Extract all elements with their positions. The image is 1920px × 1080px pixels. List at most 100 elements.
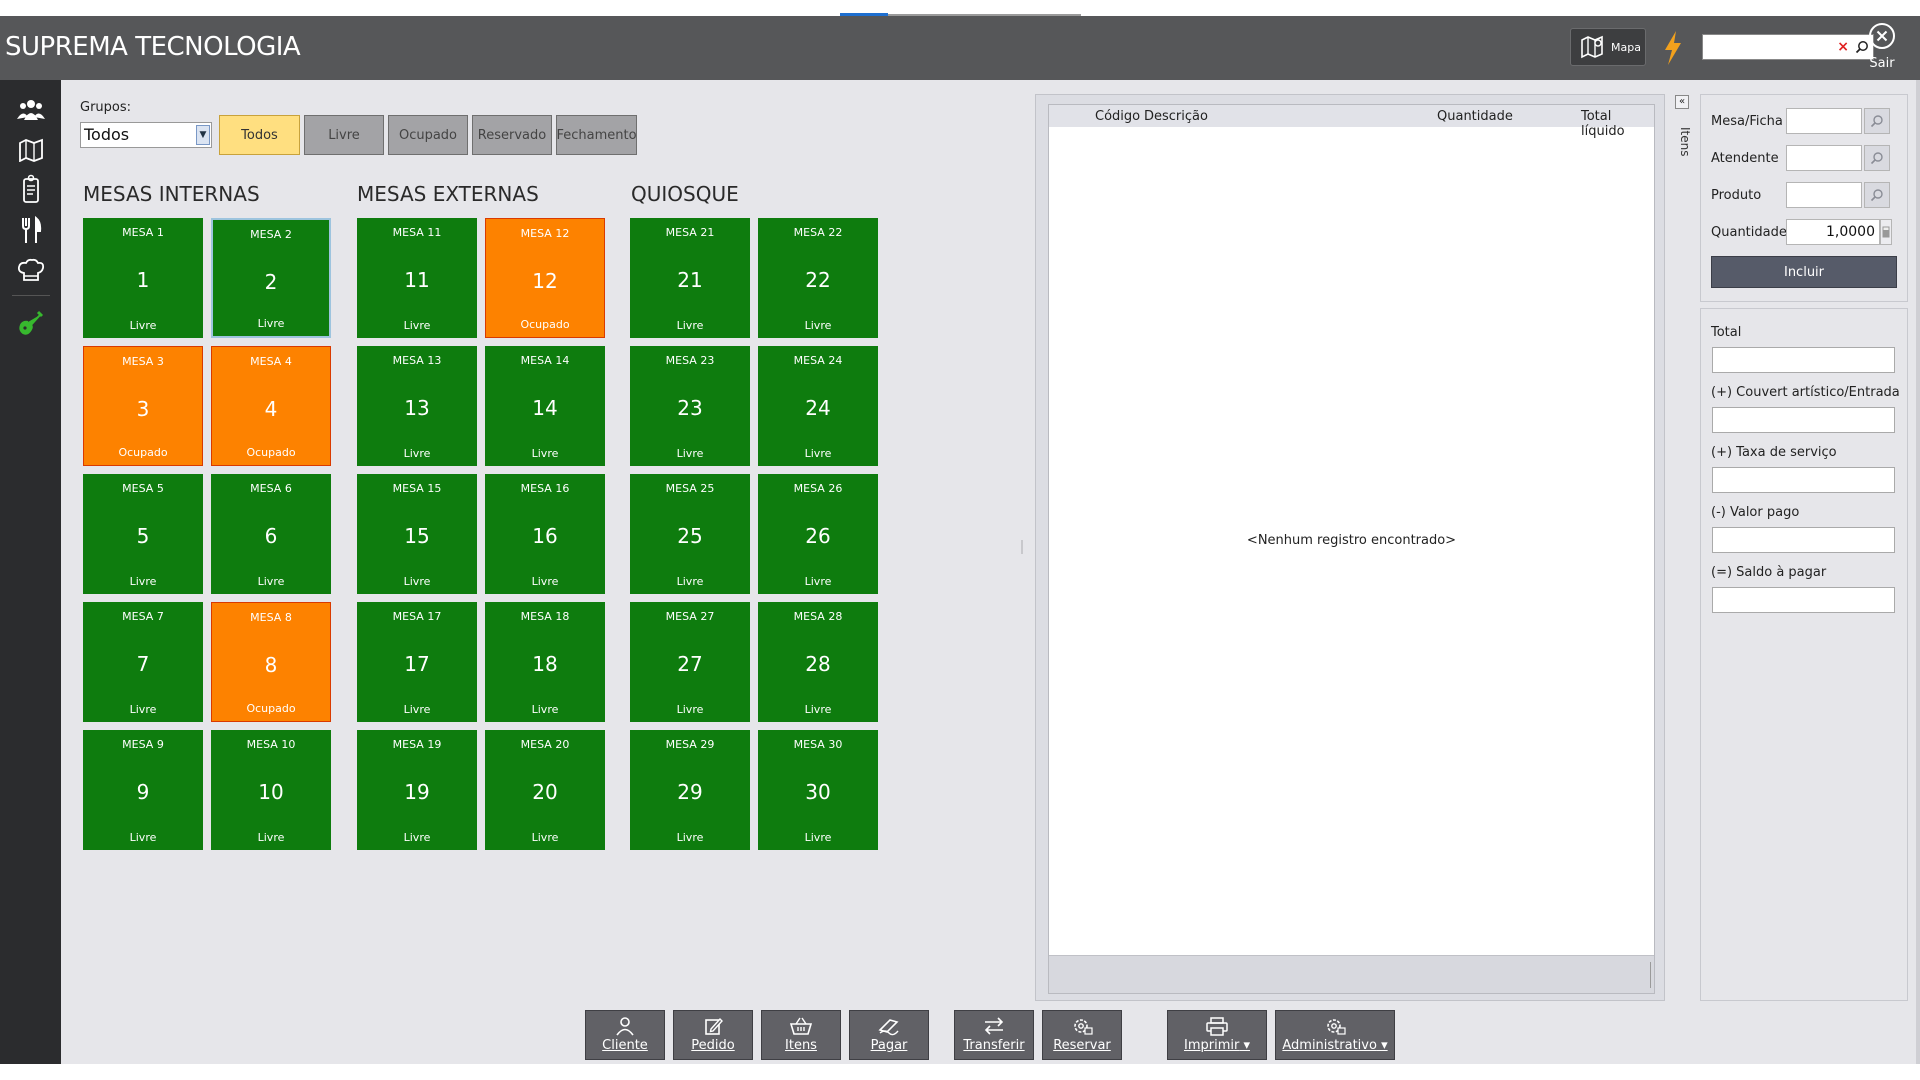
items-grid: Código Descrição Quantidade Total líquid… — [1048, 104, 1655, 994]
table-tile[interactable]: MESA 8 8 Ocupado — [211, 602, 331, 722]
table-tile[interactable]: MESA 10 10 Livre — [211, 730, 331, 850]
calculator-button[interactable] — [1880, 219, 1892, 245]
table-name: MESA 25 — [665, 482, 715, 495]
cliente-button[interactable]: Cliente — [585, 1010, 665, 1060]
table-tile[interactable]: MESA 28 28 Livre — [758, 602, 878, 722]
table-tile[interactable]: MESA 13 13 Livre — [357, 346, 477, 466]
table-tile[interactable]: MESA 29 29 Livre — [630, 730, 750, 850]
saldo-pagar-field[interactable] — [1712, 587, 1895, 613]
table-name: MESA 1 — [122, 226, 164, 239]
produto-search-button[interactable] — [1864, 182, 1890, 208]
reservar-button[interactable]: Reservar — [1042, 1010, 1122, 1060]
table-status: Livre — [531, 703, 559, 716]
atendente-search-button[interactable] — [1864, 145, 1890, 171]
search-input[interactable] — [1706, 37, 1826, 57]
table-tile[interactable]: MESA 2 2 Livre — [211, 218, 331, 338]
table-status: Livre — [676, 831, 704, 844]
table-tile[interactable]: MESA 14 14 Livre — [485, 346, 605, 466]
table-tile[interactable]: MESA 3 3 Ocupado — [83, 346, 203, 466]
clear-icon[interactable]: × — [1837, 39, 1849, 55]
exit-button[interactable]: Sair — [1860, 22, 1904, 76]
table-tile[interactable]: MESA 25 25 Livre — [630, 474, 750, 594]
table-tile[interactable]: MESA 7 7 Livre — [83, 602, 203, 722]
valor-pago-field[interactable] — [1712, 527, 1895, 553]
sidebar-item-map[interactable] — [15, 134, 47, 166]
table-tile[interactable]: MESA 12 12 Ocupado — [485, 218, 605, 338]
table-tile[interactable]: MESA 20 20 Livre — [485, 730, 605, 850]
table-name: MESA 8 — [250, 611, 292, 624]
search-icon — [1870, 189, 1883, 202]
column-header-quantidade[interactable]: Quantidade — [1437, 109, 1513, 124]
search-box[interactable]: × — [1702, 34, 1874, 60]
saldo-pagar-label: (=) Saldo à pagar — [1711, 565, 1827, 580]
map-button[interactable]: Mapa — [1570, 28, 1646, 66]
filter-button-livre[interactable]: Livre — [304, 115, 384, 155]
sidebar-item-orders[interactable] — [15, 173, 47, 205]
table-number: 7 — [136, 652, 150, 676]
sidebar-item-entertainment[interactable] — [15, 306, 47, 338]
couvert-field[interactable] — [1712, 407, 1895, 433]
transferir-button[interactable]: Transferir — [954, 1010, 1034, 1060]
table-number: 19 — [404, 780, 430, 804]
filter-button-reservado[interactable]: Reservado — [472, 115, 552, 155]
table-tile[interactable]: MESA 11 11 Livre — [357, 218, 477, 338]
sidebar-item-kitchen[interactable] — [15, 254, 47, 286]
table-name: MESA 24 — [793, 354, 843, 367]
produto-input[interactable] — [1786, 182, 1862, 208]
side-tab-itens[interactable]: Itens — [1672, 127, 1692, 156]
column-header-codigo[interactable]: Código — [1095, 109, 1140, 124]
table-status: Livre — [676, 447, 704, 460]
itens-button[interactable]: Itens — [761, 1010, 841, 1060]
table-number: 1 — [136, 268, 150, 292]
table-tile[interactable]: MESA 18 18 Livre — [485, 602, 605, 722]
pagar-button[interactable]: Pagar — [849, 1010, 929, 1060]
mesa-ficha-input[interactable] — [1786, 108, 1862, 134]
window-edge — [1916, 80, 1920, 1064]
table-status: Livre — [403, 575, 431, 588]
filter-button-todos[interactable]: Todos — [219, 115, 300, 155]
column-header-descricao[interactable]: Descrição — [1144, 109, 1208, 124]
table-tile[interactable]: MESA 16 16 Livre — [485, 474, 605, 594]
pedido-button[interactable]: Pedido — [673, 1010, 753, 1060]
table-tile[interactable]: MESA 24 24 Livre — [758, 346, 878, 466]
table-number: 27 — [677, 652, 703, 676]
user-icon — [616, 1017, 634, 1036]
table-name: MESA 7 — [122, 610, 164, 623]
table-tile[interactable]: MESA 27 27 Livre — [630, 602, 750, 722]
table-tile[interactable]: MESA 5 5 Livre — [83, 474, 203, 594]
table-tile[interactable]: MESA 19 19 Livre — [357, 730, 477, 850]
table-tile[interactable]: MESA 22 22 Livre — [758, 218, 878, 338]
table-tile[interactable]: MESA 17 17 Livre — [357, 602, 477, 722]
table-tile[interactable]: MESA 1 1 Livre — [83, 218, 203, 338]
chevron-down-icon[interactable]: ▼ — [196, 125, 210, 145]
table-tile[interactable]: MESA 30 30 Livre — [758, 730, 878, 850]
collapse-panel-button[interactable]: « — [1675, 95, 1689, 109]
table-tile[interactable]: MESA 21 21 Livre — [630, 218, 750, 338]
grupos-select[interactable]: Todos ▼ — [80, 122, 212, 148]
lightning-icon[interactable] — [1662, 30, 1684, 66]
sidebar-item-customers[interactable] — [15, 94, 47, 126]
table-tile[interactable]: MESA 26 26 Livre — [758, 474, 878, 594]
quantidade-input[interactable]: 1,0000 — [1786, 219, 1880, 245]
filter-button-fechamento[interactable]: Fechamento — [556, 115, 637, 155]
mesa-search-button[interactable] — [1864, 108, 1890, 134]
table-tile[interactable]: MESA 23 23 Livre — [630, 346, 750, 466]
sidebar-item-menu[interactable] — [15, 214, 47, 246]
taxa-servico-field[interactable] — [1712, 467, 1895, 493]
table-tile[interactable]: MESA 9 9 Livre — [83, 730, 203, 850]
column-header-total-liquido[interactable]: Total líquido — [1581, 109, 1654, 139]
table-tile[interactable]: MESA 4 4 Ocupado — [211, 346, 331, 466]
table-name: MESA 3 — [122, 355, 164, 368]
table-tile[interactable]: MESA 6 6 Livre — [211, 474, 331, 594]
imprimir-button[interactable]: Imprimir ▾ — [1167, 1010, 1267, 1060]
administrativo-button[interactable]: Administrativo ▾ — [1275, 1010, 1395, 1060]
incluir-button[interactable]: Incluir — [1711, 256, 1897, 288]
filter-button-ocupado[interactable]: Ocupado — [388, 115, 468, 155]
atendente-input[interactable] — [1786, 145, 1862, 171]
section-title-mesas-internas: MESAS INTERNAS — [83, 182, 260, 206]
table-tile[interactable]: MESA 15 15 Livre — [357, 474, 477, 594]
window-bottom-strip — [0, 1064, 1920, 1080]
table-status: Livre — [804, 831, 832, 844]
splitter-handle[interactable] — [1021, 540, 1023, 554]
total-field[interactable] — [1712, 347, 1895, 373]
